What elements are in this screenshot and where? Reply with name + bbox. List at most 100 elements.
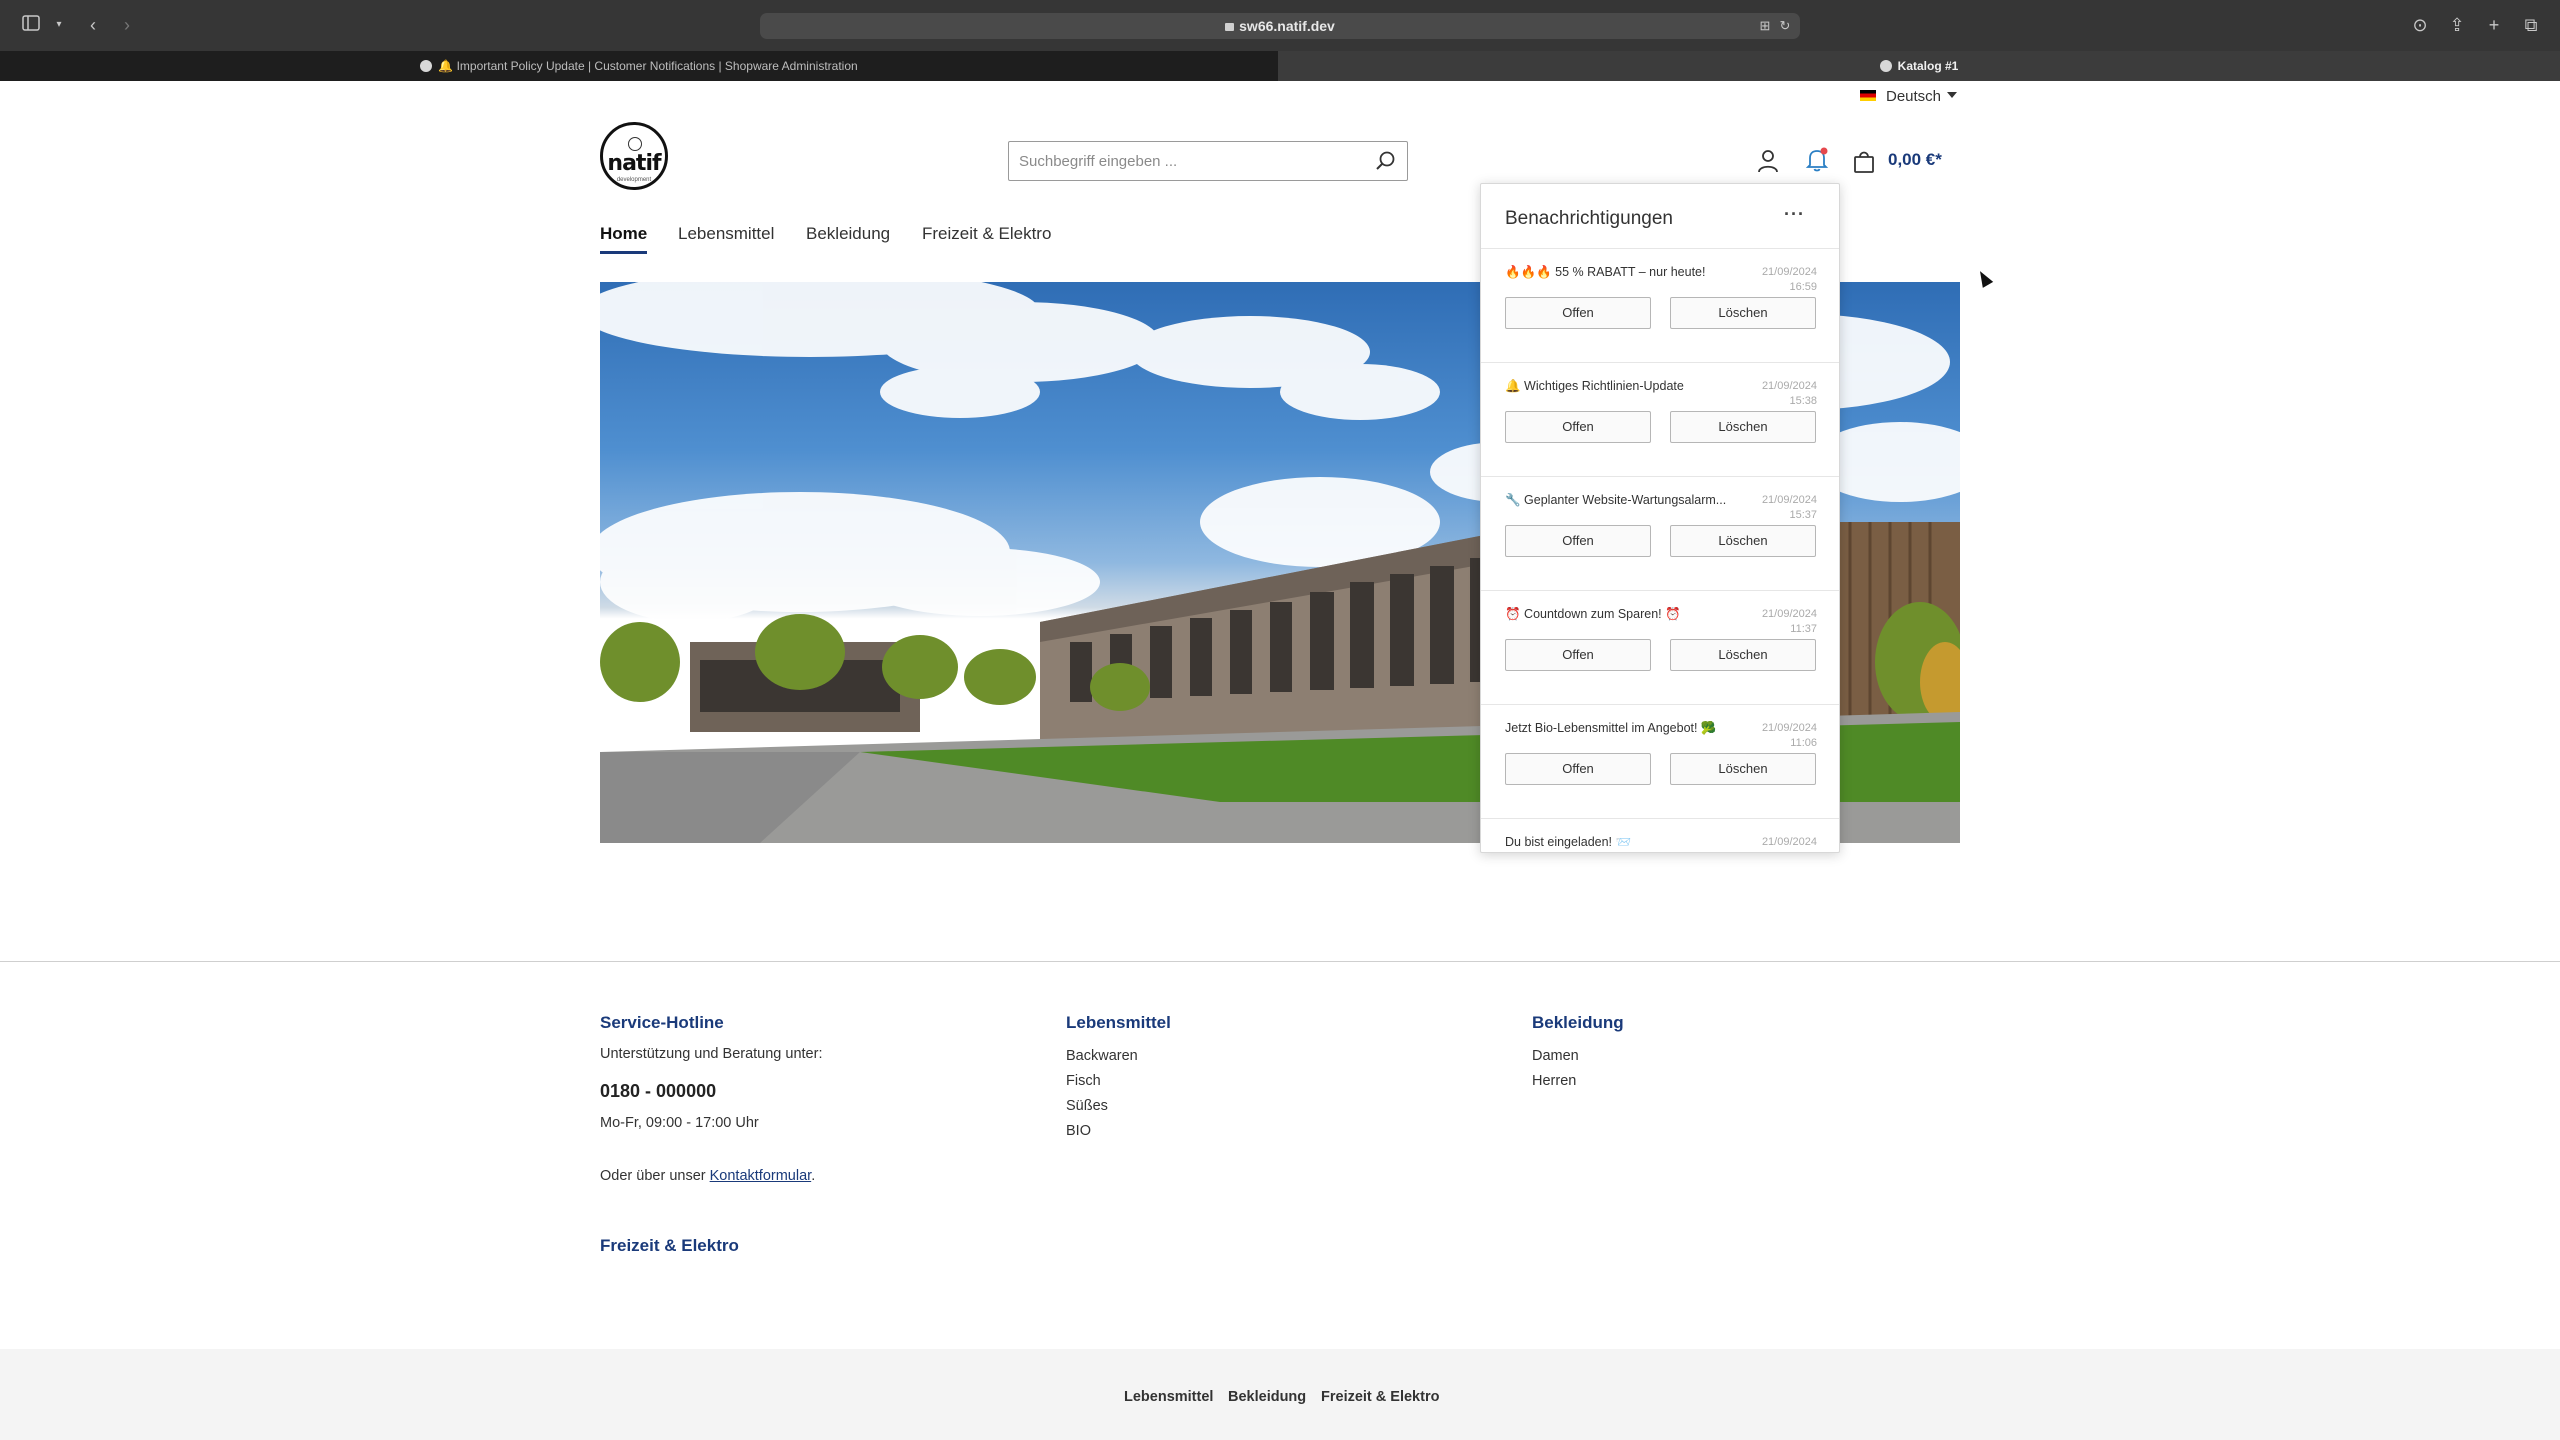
open-button[interactable]: Offen	[1505, 753, 1651, 785]
back-icon[interactable]: ‹	[82, 14, 104, 36]
notification-timestamp: 21/09/2024 11:37	[1747, 607, 1817, 637]
notification-item: 🔥🔥🔥 55 % RABATT – nur heute! 21/09/2024 1…	[1481, 248, 1839, 362]
footer-link-damen[interactable]: Damen	[1532, 1048, 1579, 1064]
footer-service-heading: Service-Hotline	[600, 1013, 724, 1032]
browser-toolbar: ▾ ‹ › sw66.natif.dev ⊞ ↻ ⊙ ⇪ + ⧉	[0, 0, 2560, 51]
tab-label: Katalog #1	[1897, 59, 1959, 73]
footer-hotline-number[interactable]: 0180 - 000000	[600, 1081, 716, 1102]
notification-item: ⏰ Countdown zum Sparen! ⏰ 21/09/2024 11:3…	[1481, 590, 1839, 704]
cart-total[interactable]: 0,00 €*	[1888, 150, 1942, 170]
nav-item-home[interactable]: Home	[600, 224, 648, 254]
account-button[interactable]	[1754, 147, 1782, 175]
notification-time: 11:37	[1790, 623, 1817, 635]
delete-button[interactable]: Löschen	[1670, 639, 1816, 671]
url-text: sw66.natif.dev	[1239, 18, 1335, 34]
notification-timestamp: 21/09/2024 11:06	[1747, 721, 1817, 751]
footer-link-fisch[interactable]: Fisch	[1066, 1073, 1101, 1089]
shop-logo[interactable]: natif development	[600, 122, 668, 190]
tab-katalog[interactable]: Katalog #1	[1278, 51, 2560, 81]
notification-title[interactable]: 🔔 Wichtiges Richtlinien-Update	[1505, 379, 1745, 394]
shopping-bag-icon	[1854, 151, 1874, 173]
new-tab-icon[interactable]: +	[2483, 14, 2505, 36]
footer-link-herren[interactable]: Herren	[1532, 1073, 1576, 1089]
forward-icon[interactable]: ›	[116, 14, 138, 36]
notification-date: 21/09/2024	[1761, 266, 1817, 278]
notification-item: Du bist eingeladen! 📨 21/09/2024	[1481, 818, 1839, 852]
bottom-link-bekleidung[interactable]: Bekleidung	[1228, 1389, 1306, 1405]
nav-item-lebensmittel[interactable]: Lebensmittel	[678, 224, 774, 244]
notification-date: 21/09/2024	[1761, 380, 1817, 392]
notification-timestamp: 21/09/2024 15:37	[1747, 493, 1817, 523]
language-label: Deutsch	[1886, 88, 1942, 105]
delete-button[interactable]: Löschen	[1670, 297, 1816, 329]
reload-icon[interactable]: ↻	[1776, 17, 1794, 35]
delete-button[interactable]: Löschen	[1670, 525, 1816, 557]
nav-item-freizeit-elektro[interactable]: Freizeit & Elektro	[922, 224, 1051, 244]
share-icon[interactable]: ⇪	[2446, 14, 2468, 36]
footer-contact-suffix: .	[811, 1168, 816, 1184]
footer-bottom-bar: Lebensmittel Bekleidung Freizeit & Elekt…	[0, 1349, 2560, 1440]
notifications-popover: Benachrichtigungen ··· 🔥🔥🔥 55 % RABATT –…	[1480, 183, 1840, 853]
open-button[interactable]: Offen	[1505, 411, 1651, 443]
open-button[interactable]: Offen	[1505, 297, 1651, 329]
delete-button[interactable]: Löschen	[1670, 411, 1816, 443]
footer-service-intro: Unterstützung und Beratung unter:	[600, 1046, 823, 1062]
tab-policy-update[interactable]: 🔔 Important Policy Update | Customer Not…	[0, 51, 1278, 81]
tab-overview-icon[interactable]: ⧉	[2520, 14, 2542, 36]
notification-date: 21/09/2024	[1761, 836, 1817, 848]
tab-strip: 🔔 Important Policy Update | Customer Not…	[0, 51, 2560, 81]
notification-title[interactable]: Jetzt Bio-Lebensmittel im Angebot! 🥦	[1505, 721, 1745, 736]
footer-freizeit-heading[interactable]: Freizeit & Elektro	[600, 1236, 739, 1256]
open-button[interactable]: Offen	[1505, 639, 1651, 671]
open-button[interactable]: Offen	[1505, 525, 1651, 557]
translate-icon[interactable]: ⊞	[1756, 17, 1774, 35]
notification-date: 21/09/2024	[1761, 608, 1817, 620]
more-options-icon[interactable]: ···	[1784, 204, 1805, 225]
logo-mark-icon	[628, 137, 642, 151]
notification-timestamp: 21/09/2024 15:38	[1747, 379, 1817, 409]
download-icon[interactable]: ⊙	[2409, 14, 2431, 36]
notification-title[interactable]: 🔥🔥🔥 55 % RABATT – nur heute!	[1505, 265, 1745, 280]
chevron-down-icon[interactable]: ▾	[48, 14, 70, 36]
search-input[interactable]	[1019, 150, 1349, 172]
language-switcher[interactable]: Deutsch	[1860, 88, 1958, 105]
notification-title[interactable]: ⏰ Countdown zum Sparen! ⏰	[1505, 607, 1745, 622]
notification-title[interactable]: Du bist eingeladen! 📨	[1505, 835, 1745, 850]
lock-icon	[1225, 23, 1235, 31]
notification-time: 15:37	[1789, 509, 1817, 521]
notification-title[interactable]: 🔧 Geplanter Website-Wartungsalarm...	[1505, 493, 1745, 508]
tab-favicon-icon	[420, 59, 433, 72]
delete-button[interactable]: Löschen	[1670, 753, 1816, 785]
notification-timestamp: 21/09/2024	[1747, 835, 1817, 850]
bottom-link-lebensmittel[interactable]: Lebensmittel	[1124, 1389, 1213, 1405]
notification-item: 🔧 Geplanter Website-Wartungsalarm... 21/…	[1481, 476, 1839, 590]
footer-lebensmittel-heading[interactable]: Lebensmittel	[1066, 1013, 1171, 1033]
nav-item-bekleidung[interactable]: Bekleidung	[806, 224, 890, 244]
footer-link-backwaren[interactable]: Backwaren	[1066, 1048, 1138, 1064]
sidebar-toggle-icon[interactable]	[20, 14, 42, 36]
footer-service-hours: Mo-Fr, 09:00 - 17:00 Uhr	[600, 1115, 759, 1131]
tab-favicon-icon	[1879, 59, 1892, 72]
contact-form-link[interactable]: Kontaktformular	[710, 1168, 812, 1184]
footer-contact-prefix: Oder über unser	[600, 1168, 706, 1184]
notifications-title: Benachrichtigungen	[1505, 208, 1673, 229]
notification-date: 21/09/2024	[1761, 494, 1817, 506]
footer-link-bio[interactable]: BIO	[1066, 1123, 1091, 1139]
footer-divider	[0, 961, 2560, 962]
bottom-link-freizeit-elektro[interactable]: Freizeit & Elektro	[1321, 1389, 1439, 1405]
footer-link-suesses[interactable]: Süßes	[1066, 1098, 1108, 1114]
logo-subtext: development	[616, 177, 652, 183]
mouse-cursor-icon	[1974, 268, 1994, 288]
search-button[interactable]	[1375, 150, 1397, 172]
notification-time: 15:38	[1789, 395, 1817, 407]
address-bar[interactable]: sw66.natif.dev ⊞ ↻	[760, 13, 1800, 39]
cart-button[interactable]	[1850, 147, 1878, 175]
notification-time: 16:59	[1789, 281, 1817, 293]
notification-date: 21/09/2024	[1761, 722, 1817, 734]
footer-bekleidung-heading[interactable]: Bekleidung	[1532, 1013, 1624, 1033]
german-flag-icon	[1860, 89, 1876, 101]
notification-time: 11:06	[1790, 737, 1817, 749]
footer-contact-line: Oder über unser Kontaktformular.	[600, 1168, 815, 1184]
notifications-button[interactable]	[1803, 145, 1831, 173]
tab-label: 🔔 Important Policy Update | Customer Not…	[438, 59, 858, 73]
